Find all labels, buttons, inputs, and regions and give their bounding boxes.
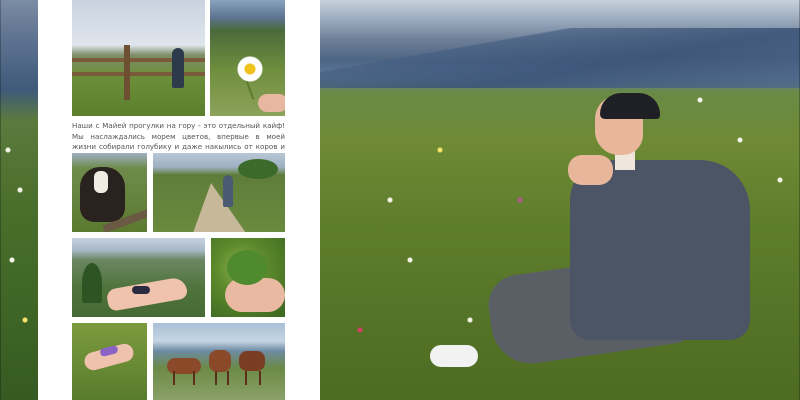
horse: [239, 351, 265, 371]
person-figure: [172, 48, 184, 88]
sneaker: [430, 345, 478, 367]
blueberries: [132, 286, 150, 294]
cow-face: [94, 171, 108, 193]
hand: [105, 276, 189, 312]
tree: [82, 263, 102, 303]
fence-rail: [72, 58, 205, 62]
woman-hoodie: [570, 160, 750, 340]
distant-mountains: [320, 28, 800, 88]
daisy-stem: [245, 80, 255, 100]
baseball-cap: [600, 93, 660, 119]
horse-leg: [193, 371, 195, 385]
flower-bracelet-hand-photo[interactable]: [72, 323, 147, 400]
spread-left-edge: [0, 0, 1, 400]
blueberry-leaves: [227, 250, 267, 285]
fence-post: [124, 45, 130, 100]
blueberry-bush-photo[interactable]: [211, 238, 285, 317]
horses-meadow-photo[interactable]: [153, 323, 285, 400]
horse: [209, 350, 231, 372]
cow-photo[interactable]: [72, 153, 147, 232]
hand: [258, 94, 285, 112]
daisy-flower: [237, 56, 263, 82]
hiker-figure: [223, 175, 233, 207]
photo-book-spread: Наши с Майей прогулки на гору - это отде…: [0, 0, 800, 400]
horse-leg: [173, 371, 175, 385]
tree: [238, 159, 278, 179]
dirt-path: [193, 183, 246, 232]
fence-rail: [72, 72, 205, 76]
hiking-path-photo[interactable]: [153, 153, 285, 232]
woman-hands: [568, 155, 613, 185]
horse-leg: [215, 371, 217, 385]
daisy-in-hand-photo[interactable]: [210, 0, 285, 116]
blueberries-in-hand-photo[interactable]: [72, 238, 205, 317]
fence-meadow-photo[interactable]: [72, 0, 205, 116]
woman-in-meadow-photo[interactable]: [320, 0, 800, 400]
horse-leg: [245, 371, 247, 385]
horse-leg: [227, 371, 229, 385]
horse-leg: [259, 371, 261, 385]
